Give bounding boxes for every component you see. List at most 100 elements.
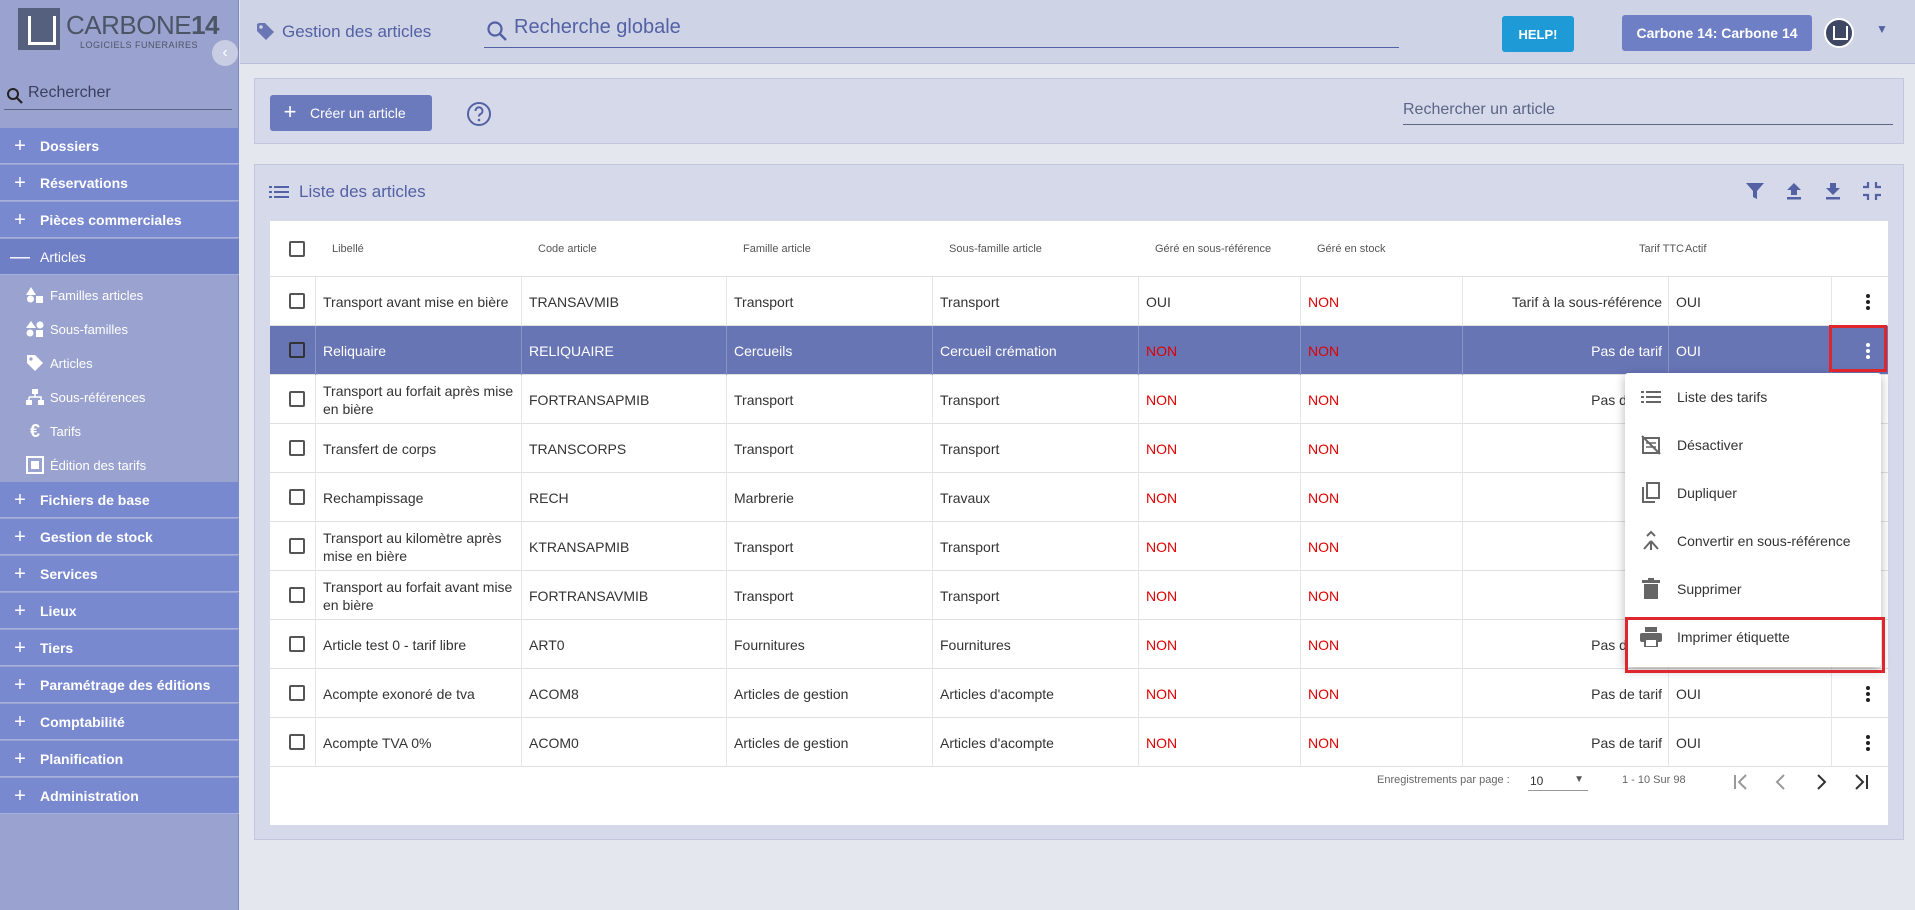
column-header[interactable]: Actif xyxy=(1685,243,1706,255)
column-header[interactable]: Géré en sous-référence xyxy=(1155,243,1271,255)
row-checkbox[interactable] xyxy=(289,293,305,309)
sidebar-item-articles[interactable]: Articles xyxy=(0,346,239,380)
sidebar-item-familles-articles[interactable]: Familles articles xyxy=(0,278,239,312)
cell-sous-famille: Transport xyxy=(933,277,1139,326)
upload-icon[interactable] xyxy=(1784,181,1804,201)
create-article-button[interactable]: + Créer un article xyxy=(270,95,432,131)
nav-services[interactable]: + Services xyxy=(0,556,239,592)
sidebar-item-label: Articles xyxy=(50,355,93,371)
cell-code: RECH xyxy=(522,473,727,522)
nav-lieux[interactable]: + Lieux xyxy=(0,593,239,629)
more-actions-icon[interactable] xyxy=(1857,277,1879,326)
column-header[interactable]: Famille article xyxy=(743,243,811,255)
sidebar-item-edition-tarifs[interactable]: Édition des tarifs xyxy=(0,448,239,482)
column-header[interactable]: Géré en stock xyxy=(1317,243,1385,255)
plus-icon: + xyxy=(14,710,26,733)
collapse-sidebar-button[interactable]: ‹ xyxy=(212,40,238,66)
table-row[interactable]: Reliquaire RELIQUAIRE Cercueils Cercueil cr… xyxy=(270,326,1888,375)
table-row[interactable]: Acompte exonoré de tva ACOM8 Articles de g… xyxy=(270,669,1888,718)
brand-name: CARBONE xyxy=(66,10,192,40)
nav-comptabilite[interactable]: + Comptabilité xyxy=(0,704,239,740)
download-icon[interactable] xyxy=(1823,181,1843,201)
cell-code: FORTRANSAVMIB xyxy=(522,571,727,620)
previous-page-icon[interactable] xyxy=(1772,773,1790,791)
collapse-icon[interactable] xyxy=(1862,181,1882,201)
nav-pieces-commerciales[interactable]: + Pièces commerciales xyxy=(0,202,239,238)
column-header[interactable]: Tarif TTC xyxy=(1624,243,1684,255)
nav-label: Comptabilité xyxy=(40,713,125,730)
row-checkbox[interactable] xyxy=(289,538,305,554)
nav-planification[interactable]: + Planification xyxy=(0,741,239,777)
last-page-icon[interactable] xyxy=(1852,773,1870,791)
cell-actif: OUI xyxy=(1669,669,1832,718)
sidebar-search-input[interactable]: Rechercher xyxy=(4,80,232,110)
nav-label: Dossiers xyxy=(40,137,100,154)
menu-item-desactiver[interactable]: Désactiver xyxy=(1625,421,1881,469)
search-icon xyxy=(487,21,507,41)
nav-fichiers-de-base[interactable]: + Fichiers de base xyxy=(0,482,239,518)
nav-parametrage-editions[interactable]: + Paramétrage des éditions xyxy=(0,667,239,703)
per-page-select[interactable]: 10 ▼ xyxy=(1528,771,1588,791)
column-header[interactable]: Sous-famille article xyxy=(949,243,1042,255)
article-search-input[interactable]: Rechercher un article xyxy=(1403,97,1893,125)
column-header[interactable]: Libellé xyxy=(332,243,364,255)
account-button[interactable]: Carbone 14: Carbone 14 xyxy=(1622,15,1812,51)
help-button[interactable]: HELP! xyxy=(1502,16,1574,52)
cell-sous-ref: OUI xyxy=(1139,277,1301,326)
sidebar-item-label: Familles articles xyxy=(50,287,144,303)
row-checkbox[interactable] xyxy=(289,342,305,358)
table-row[interactable]: Transport avant mise en bière TRANSAVMIB T… xyxy=(270,277,1888,326)
nav-dossiers[interactable]: + Dossiers xyxy=(0,128,239,164)
sidebar-item-sous-references[interactable]: Sous-références xyxy=(0,380,239,414)
nav-tiers[interactable]: + Tiers xyxy=(0,630,239,666)
sidebar-item-tarifs[interactable]: € Tarifs xyxy=(0,414,239,448)
cell-famille: Transport xyxy=(727,571,933,620)
row-checkbox[interactable] xyxy=(289,391,305,407)
chevron-down-icon[interactable]: ▼ xyxy=(1876,22,1888,36)
chevron-down-icon: ▼ xyxy=(1574,774,1584,785)
plus-icon: + xyxy=(14,673,26,696)
nav-reservations[interactable]: + Réservations xyxy=(0,165,239,201)
search-icon xyxy=(7,88,23,104)
brand-logo[interactable]: CARBONE14 LOGICIELS FUNERAIRES xyxy=(18,8,219,53)
category-icon xyxy=(26,321,44,337)
plus-icon: + xyxy=(14,562,26,585)
row-checkbox[interactable] xyxy=(289,489,305,505)
merge-icon xyxy=(1643,530,1659,550)
row-checkbox[interactable] xyxy=(289,636,305,652)
cell-libelle: Transport avant mise en bière xyxy=(316,277,522,326)
cell-libelle: Transport au forfait après mise en bière xyxy=(316,375,522,424)
cell-stock: NON xyxy=(1301,620,1463,669)
sidebar-item-label: Édition des tarifs xyxy=(50,457,147,473)
highlight-kebab-box xyxy=(1829,325,1887,372)
menu-item-convertir[interactable]: Convertir en sous-référence xyxy=(1625,517,1881,565)
sidebar-item-sous-familles[interactable]: Sous-familles xyxy=(0,312,239,346)
more-actions-icon[interactable] xyxy=(1857,669,1879,718)
nav-administration[interactable]: + Administration xyxy=(0,778,239,814)
select-all-checkbox[interactable] xyxy=(289,241,305,257)
filter-icon[interactable] xyxy=(1745,181,1765,201)
nav-gestion-de-stock[interactable]: + Gestion de stock xyxy=(0,519,239,555)
avatar[interactable] xyxy=(1824,18,1854,48)
row-checkbox[interactable] xyxy=(289,440,305,456)
trash-icon xyxy=(1642,578,1660,599)
cell-sous-ref: NON xyxy=(1139,620,1301,669)
chevron-left-icon: ‹ xyxy=(222,44,228,61)
cell-sous-ref: NON xyxy=(1139,669,1301,718)
cell-actif: OUI xyxy=(1669,326,1832,375)
row-checkbox[interactable] xyxy=(289,685,305,701)
list-icon xyxy=(1641,391,1661,403)
global-search-input[interactable]: Recherche globale xyxy=(484,14,1399,48)
print-frame-icon xyxy=(26,456,44,474)
menu-item-supprimer[interactable]: Supprimer xyxy=(1625,565,1881,613)
menu-item-liste-tarifs[interactable]: Liste des tarifs xyxy=(1625,373,1881,421)
first-page-icon[interactable] xyxy=(1732,773,1750,791)
menu-item-dupliquer[interactable]: Dupliquer xyxy=(1625,469,1881,517)
nav-label: Services xyxy=(40,565,98,582)
column-header[interactable]: Code article xyxy=(538,243,597,255)
nav-articles[interactable]: — Articles xyxy=(0,239,239,275)
next-page-icon[interactable] xyxy=(1812,773,1830,791)
row-checkbox[interactable] xyxy=(289,587,305,603)
help-circle-icon[interactable] xyxy=(466,101,492,127)
pagination-range: 1 - 10 Sur 98 xyxy=(1622,774,1686,786)
